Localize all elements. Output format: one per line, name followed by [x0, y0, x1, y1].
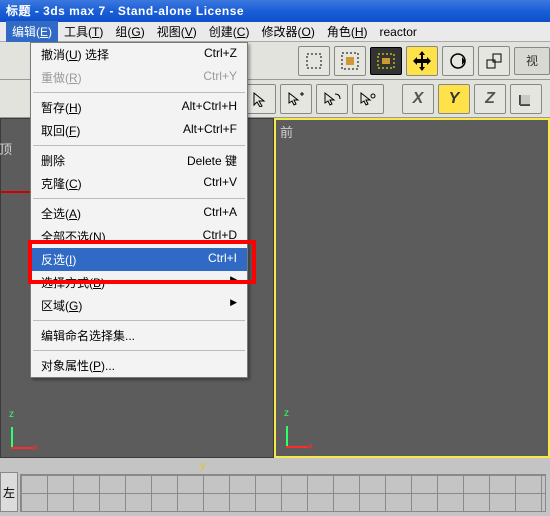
axis-x-button[interactable]: X	[402, 84, 434, 114]
toolbar-selection-plus-button[interactable]	[280, 84, 312, 114]
toolbar-move-button[interactable]	[406, 46, 438, 76]
viewport-bottom-left-label[interactable]: 左	[0, 472, 18, 512]
toolbar-selection-arrow-button[interactable]	[244, 84, 276, 114]
arrow-plus-icon	[287, 91, 305, 107]
menu-item-11[interactable]: 反选(I)Ctrl+I	[31, 248, 247, 271]
menu-modifiers[interactable]: 修改器(O)	[255, 21, 320, 42]
move-arrows-icon	[411, 50, 433, 72]
menu-item-10[interactable]: 全部不选(N)Ctrl+D	[31, 225, 247, 248]
rotate-icon	[448, 51, 468, 71]
menu-item-0[interactable]: 撤消(U) 选择Ctrl+Z	[31, 43, 247, 66]
arrow-path-icon	[323, 91, 341, 107]
timeline-grid[interactable]	[20, 474, 546, 512]
menu-views[interactable]: 视图(V)	[151, 21, 203, 42]
timeline-axis-label: y	[200, 460, 206, 472]
menu-separator	[33, 92, 245, 93]
menu-tools[interactable]: 工具(T)	[58, 21, 109, 42]
toolbar-scale-button[interactable]	[478, 46, 510, 76]
menu-edit-dropdown: 撤消(U) 选择Ctrl+Z重做(R)Ctrl+Y 暂存(H)Alt+Ctrl+H…	[30, 42, 248, 378]
menu-item-15[interactable]: 编辑命名选择集...	[31, 324, 247, 347]
menu-group[interactable]: 组(G)	[109, 21, 150, 42]
axis-gizmo-left: x z	[9, 419, 33, 449]
title-text: 标题 - 3ds max 7 - Stand-alone License	[6, 0, 244, 22]
toolbar-region-window-button[interactable]	[334, 46, 366, 76]
arrow-pin-icon	[359, 91, 377, 107]
menu-item-17[interactable]: 对象属性(P)...	[31, 354, 247, 377]
menu-item-7[interactable]: 克隆(C)Ctrl+V	[31, 172, 247, 195]
window-titlebar: 标题 - 3ds max 7 - Stand-alone License	[0, 0, 550, 22]
menu-character[interactable]: 角色(H)	[321, 21, 374, 42]
menu-edit[interactable]: 编辑(E)	[6, 21, 58, 42]
menubar: 编辑(E) 工具(T) 组(G) 视图(V) 创建(C) 修改器(O) 角色(H…	[0, 22, 550, 42]
menu-separator	[33, 320, 245, 321]
menu-item-12[interactable]: 选择方式(B)	[31, 271, 247, 294]
menu-item-9[interactable]: 全选(A)Ctrl+A	[31, 202, 247, 225]
arrow-cursor-icon	[252, 91, 268, 107]
menu-separator	[33, 350, 245, 351]
viewport-top-label: 顶	[0, 139, 12, 158]
viewport-front-label: 前	[280, 122, 293, 141]
toolbar-rotate-button[interactable]	[442, 46, 474, 76]
menu-separator	[33, 198, 245, 199]
menu-item-13[interactable]: 区域(G)	[31, 294, 247, 317]
menu-item-4[interactable]: 取回(F)Alt+Ctrl+F	[31, 119, 247, 142]
toolbar-view-button[interactable]: 视	[514, 47, 550, 75]
toolbar-selection-manip-button[interactable]	[352, 84, 384, 114]
toolbar-region-rect-button[interactable]	[298, 46, 330, 76]
axis-xy-button[interactable]	[510, 84, 542, 114]
menu-separator	[33, 145, 245, 146]
menu-reactor[interactable]: reactor	[374, 23, 423, 41]
axis-z-button[interactable]: Z	[474, 84, 506, 114]
menu-item-1: 重做(R)Ctrl+Y	[31, 66, 247, 89]
marquee-sel-icon	[341, 52, 359, 70]
toolbar-selection-highlight-button[interactable]	[370, 47, 402, 75]
marquee-rect-icon	[305, 52, 323, 70]
marquee-highlight-icon	[376, 52, 396, 70]
menu-item-6[interactable]: 删除Delete 键	[31, 149, 247, 172]
timeline-strip: 左 y	[0, 458, 550, 516]
menu-item-3[interactable]: 暂存(H)Alt+Ctrl+H	[31, 96, 247, 119]
menu-create[interactable]: 创建(C)	[203, 21, 256, 42]
plane-xy-icon	[517, 90, 535, 108]
viewport-front[interactable]: 前 x z	[274, 118, 550, 458]
toolbar-selection-path-button[interactable]	[316, 84, 348, 114]
scale-icon	[485, 52, 503, 70]
axis-y-button[interactable]: Y	[438, 84, 470, 114]
axis-gizmo-right: x z	[284, 418, 308, 448]
